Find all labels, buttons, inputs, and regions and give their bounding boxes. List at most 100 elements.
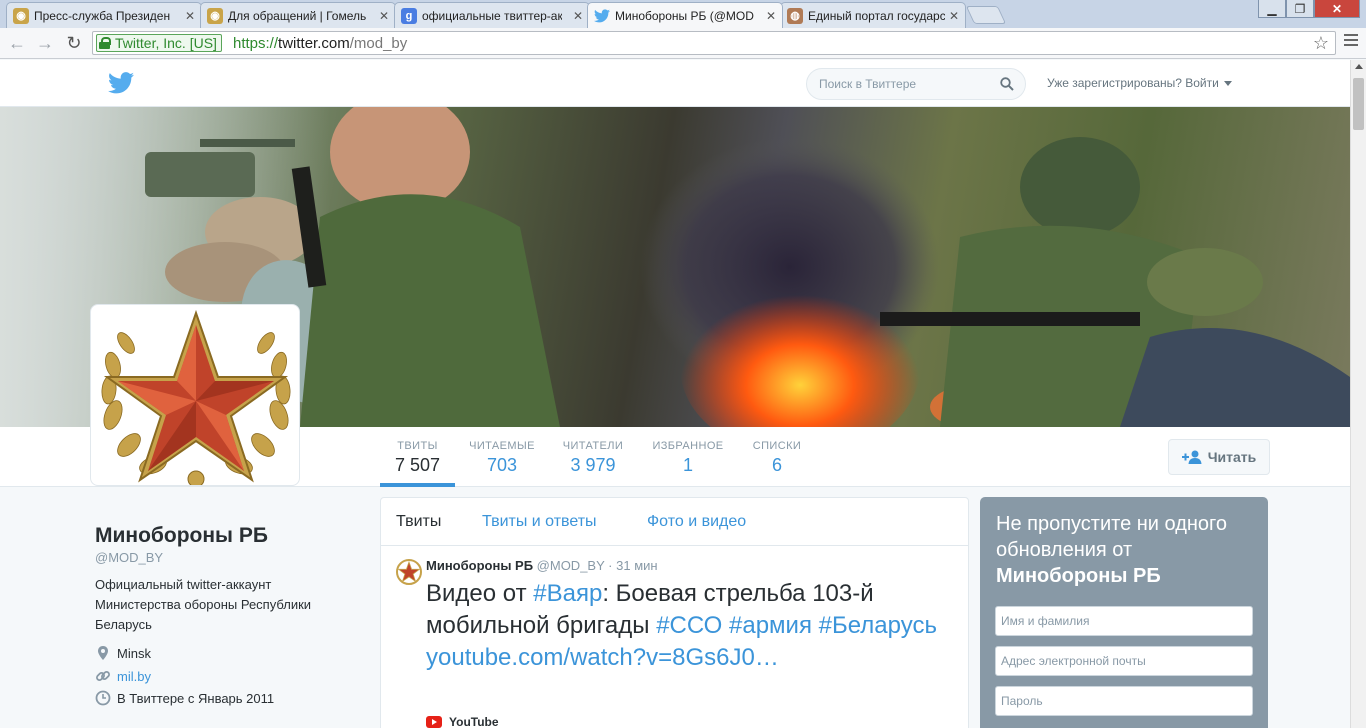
tweet-author-name[interactable]: Минобороны РБ <box>426 558 533 573</box>
stat-value: 7 507 <box>394 455 441 475</box>
tweet-text: Видео от #Ваяр: Боевая стрельба 103-й мо… <box>426 578 946 674</box>
url-text[interactable]: https://twitter.com/mod_by <box>233 35 407 52</box>
military-star-emblem-icon <box>101 309 291 485</box>
stat-value: 703 <box>486 455 518 475</box>
hashtag-link[interactable]: #Беларусь <box>819 612 937 639</box>
tweet-header: Минобороны РБ @MOD_BY · 31 мин <box>426 558 658 573</box>
ev-certificate-badge[interactable]: Twitter, Inc. [US] <box>96 34 222 52</box>
close-icon[interactable]: ✕ <box>569 9 583 23</box>
twitter-topbar: Уже зарегистрированы? Войти <box>0 60 1350 107</box>
search-input[interactable] <box>819 77 994 91</box>
stat-label: ЧИТАЕМЫЕ <box>469 440 535 452</box>
tab-title: официальные твиттер-ак <box>422 8 562 23</box>
hashtag-link[interactable]: #армия <box>729 612 812 639</box>
avatar[interactable] <box>90 304 300 486</box>
bookmark-star-icon[interactable]: ☆ <box>1313 33 1329 54</box>
browser-tab-active[interactable]: Минобороны РБ (@MOD ✕ <box>587 2 783 28</box>
tweet-timestamp[interactable]: 31 мин <box>616 558 657 573</box>
hashtag-link[interactable]: #ССО <box>656 612 722 639</box>
timeline: Твиты Твиты и ответы Фото и видео Минобо… <box>380 497 969 728</box>
ev-label: Twitter, Inc. [US] <box>115 35 217 51</box>
youtube-icon <box>426 716 442 728</box>
url-path: /mod_by <box>349 35 408 52</box>
stat-value: 6 <box>771 455 782 475</box>
browser-tab-strip: ◉ Пресс-служба Президен ✕ ◉ Для обращени… <box>0 0 1366 28</box>
stat-tweets[interactable]: ТВИТЫ 7 507 <box>380 427 455 487</box>
tab-tweets-replies[interactable]: Твиты и ответы <box>482 513 597 531</box>
lock-icon <box>99 37 111 49</box>
follow-button[interactable]: Читать <box>1168 439 1270 475</box>
close-icon[interactable]: ✕ <box>181 9 195 23</box>
window-close-button[interactable]: ✕ <box>1314 0 1360 18</box>
search-icon[interactable] <box>1000 77 1014 91</box>
website-link[interactable]: mil.by <box>117 669 151 684</box>
location-text: Minsk <box>117 645 151 661</box>
google-icon: g <box>401 7 417 24</box>
coat-of-arms-icon: ◉ <box>13 7 29 24</box>
reload-icon[interactable]: ↻ <box>63 32 85 54</box>
stat-following[interactable]: ЧИТАЕМЫЕ 703 <box>466 427 538 487</box>
follow-user-icon <box>1181 450 1202 464</box>
forward-icon[interactable]: → <box>34 32 56 54</box>
twitter-bird-icon <box>594 8 610 24</box>
close-icon[interactable]: ✕ <box>762 9 776 23</box>
stat-favorites[interactable]: ИЗБРАННОЕ 1 <box>648 427 728 487</box>
timeline-tabs: Твиты Твиты и ответы Фото и видео <box>381 498 968 546</box>
profile-website: mil.by <box>95 668 151 684</box>
scroll-up-arrow-icon[interactable] <box>1355 64 1363 69</box>
twitter-bird-icon[interactable] <box>108 72 134 94</box>
browser-menu-icon[interactable] <box>1344 34 1358 49</box>
profile-handle[interactable]: @MOD_BY <box>95 550 163 565</box>
close-icon[interactable]: ✕ <box>375 9 389 23</box>
follow-label: Читать <box>1207 449 1257 465</box>
fullname-field[interactable] <box>995 606 1253 636</box>
maximize-button[interactable]: ❐ <box>1286 0 1314 18</box>
tweet-text-segment <box>722 612 729 639</box>
hashtag-link[interactable]: #Ваяр <box>533 580 602 607</box>
profile-joined: В Твиттере с Январь 2011 <box>95 690 274 706</box>
stat-label: ЧИТАТЕЛИ <box>562 440 624 452</box>
stat-label: ТВИТЫ <box>397 440 438 452</box>
close-icon[interactable]: ✕ <box>945 9 959 23</box>
url-link[interactable]: youtube.com/watch?v=8Gs6J0… <box>426 644 779 671</box>
tab-photos-videos[interactable]: Фото и видео <box>647 513 746 531</box>
tweet[interactable]: Минобороны РБ @MOD_BY · 31 мин Видео от … <box>381 547 968 728</box>
password-field[interactable] <box>995 686 1253 716</box>
new-tab-button[interactable] <box>965 6 1007 24</box>
browser-tab[interactable]: ◉ Для обращений | Гомель ✕ <box>200 2 396 28</box>
signup-title-text: Не пропустите ни одного обновления от <box>996 513 1228 561</box>
signup-title-account: Минобороны РБ <box>996 565 1161 587</box>
scrollbar-thumb[interactable] <box>1353 78 1364 130</box>
page-scrollbar[interactable] <box>1350 60 1366 728</box>
minimize-button[interactable]: ▁ <box>1258 0 1286 18</box>
stat-value: 1 <box>682 455 693 475</box>
coat-of-arms-icon: ◉ <box>207 7 223 24</box>
profile-name[interactable]: Минобороны РБ <box>95 524 268 548</box>
tab-title: Пресс-служба Президен <box>34 8 171 23</box>
email-field[interactable] <box>995 646 1253 676</box>
login-dropdown[interactable]: Уже зарегистрированы? Войти <box>1047 76 1232 90</box>
browser-tab[interactable]: ◉ Пресс-служба Президен ✕ <box>6 2 202 28</box>
browser-tab[interactable]: ◍ Единый портал государс ✕ <box>780 2 966 28</box>
tab-title: Минобороны РБ (@MOD <box>615 8 754 23</box>
search-box <box>806 68 1026 100</box>
stat-value: 3 979 <box>570 455 616 475</box>
tab-tweets[interactable]: Твиты <box>396 513 441 531</box>
tweet-text-segment <box>812 612 819 639</box>
joined-text: В Твиттере с Январь 2011 <box>117 690 275 706</box>
login-label: Уже зарегистрированы? Войти <box>1047 76 1219 90</box>
back-icon[interactable]: ← <box>6 32 28 54</box>
tweet-avatar[interactable] <box>396 559 422 585</box>
stat-followers[interactable]: ЧИТАТЕЛИ 3 979 <box>558 427 628 487</box>
address-bar[interactable]: Twitter, Inc. [US] https://twitter.com/m… <box>92 31 1336 55</box>
tweet-author-handle[interactable]: @MOD_BY <box>537 558 605 573</box>
url-host: twitter.com <box>278 35 350 52</box>
media-card-source[interactable]: YouTube <box>426 715 499 728</box>
tweet-dot: · <box>608 558 617 573</box>
stat-lists[interactable]: СПИСКИ 6 <box>748 427 806 487</box>
browser-tab[interactable]: g официальные твиттер-ак ✕ <box>394 2 590 28</box>
signup-module: Не пропустите ни одного обновления от Ми… <box>980 497 1268 728</box>
url-scheme: https:// <box>233 35 279 52</box>
tab-title: Единый портал государс <box>808 8 945 23</box>
chevron-down-icon <box>1223 81 1232 87</box>
